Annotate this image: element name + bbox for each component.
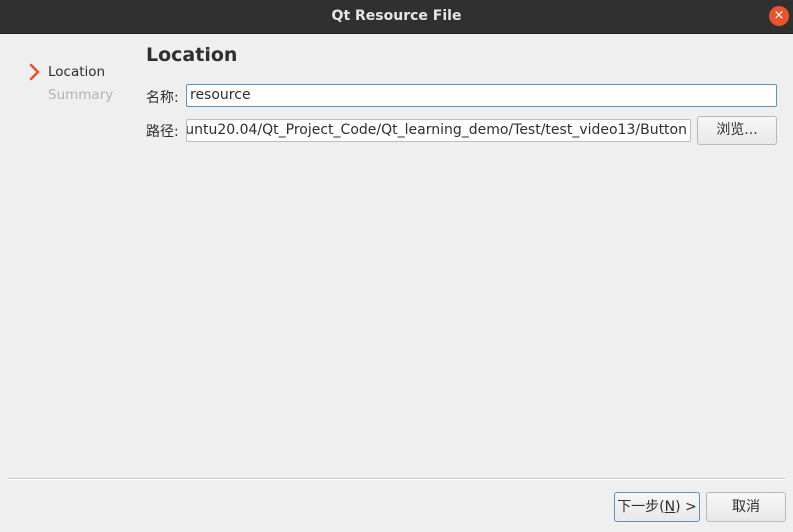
step-location: Location bbox=[28, 62, 138, 85]
name-input[interactable]: resource bbox=[186, 84, 777, 107]
name-label: 名称: bbox=[146, 90, 179, 106]
window-title: Qt Resource File bbox=[331, 8, 462, 24]
page-title: Location bbox=[146, 44, 238, 66]
next-label-suffix: ) > bbox=[675, 499, 697, 515]
close-button[interactable]: × bbox=[769, 6, 789, 26]
close-icon: × bbox=[773, 8, 785, 23]
footer-divider bbox=[8, 478, 785, 480]
next-mnemonic: N bbox=[664, 499, 676, 515]
qt-resource-file-dialog: Qt Resource File × Location Summary Loca… bbox=[0, 0, 793, 532]
cancel-button[interactable]: 取消 bbox=[706, 492, 786, 522]
path-label: 路径: bbox=[146, 124, 179, 140]
step-label: Summary bbox=[48, 87, 114, 103]
title-bar: Qt Resource File × bbox=[0, 0, 793, 34]
step-label: Location bbox=[48, 64, 106, 80]
next-label-prefix: 下一步( bbox=[617, 499, 665, 515]
step-summary: Summary bbox=[28, 85, 138, 108]
current-step-arrow-icon bbox=[29, 63, 40, 81]
path-input[interactable]: untu20.04/Qt_Project_Code/Qt_learning_de… bbox=[186, 119, 691, 142]
path-input-value: untu20.04/Qt_Project_Code/Qt_learning_de… bbox=[186, 122, 687, 138]
wizard-steps: Location Summary bbox=[28, 62, 138, 108]
next-button[interactable]: 下一步(N) > bbox=[614, 492, 700, 522]
browse-button[interactable]: 浏览... bbox=[697, 116, 777, 145]
name-input-value: resource bbox=[190, 87, 251, 103]
